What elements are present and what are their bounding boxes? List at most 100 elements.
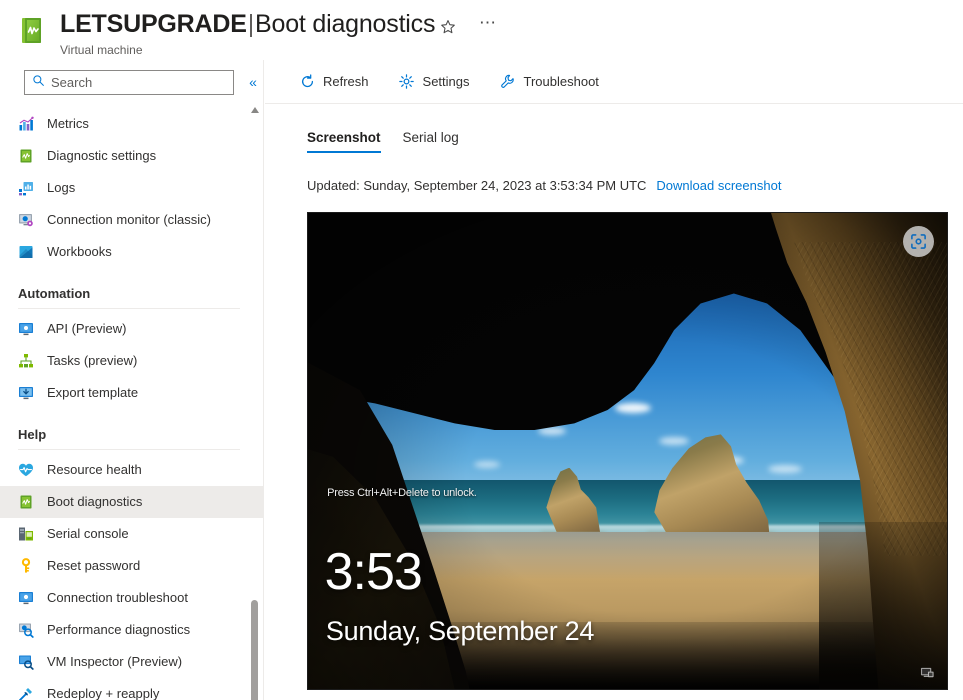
search-icon: [32, 74, 45, 92]
cloud: [659, 436, 690, 445]
tab-serial-log[interactable]: Serial log: [403, 130, 459, 153]
download-screenshot-link[interactable]: Download screenshot: [656, 178, 781, 193]
sidebar-section-help: Help: [0, 409, 240, 450]
metrics-icon: [18, 116, 34, 132]
vm-screenshot-viewport: Press Ctrl+Alt+Delete to unlock. 3:53 Su…: [307, 212, 948, 690]
sidebar-item-connection-monitor[interactable]: Connection monitor (classic): [0, 204, 263, 236]
wrench-icon: [500, 74, 516, 90]
sidebar-item-label: API (Preview): [47, 321, 127, 336]
tab-bar: Screenshot Serial log: [307, 130, 459, 153]
command-label: Troubleshoot: [523, 74, 599, 89]
sidebar-item-label: Reset password: [47, 558, 141, 573]
sidebar-scroll-region: Alerts Metrics: [0, 98, 263, 700]
sidebar-item-vm-inspector[interactable]: VM Inspector (Preview): [0, 646, 263, 678]
sidebar-item-serial-console[interactable]: Serial console: [0, 518, 263, 550]
sidebar-item-tasks-preview[interactable]: Tasks (preview): [0, 345, 263, 377]
scroll-up-icon[interactable]: [250, 102, 260, 113]
sidebar-section-title: Automation: [18, 286, 91, 301]
sidebar-item-api-preview[interactable]: API (Preview): [0, 313, 263, 345]
command-label: Settings: [422, 74, 470, 89]
lock-screen-date: Sunday, September 24: [325, 615, 595, 646]
sidebar-item-boot-diagnostics[interactable]: Boot diagnostics: [0, 486, 263, 518]
sidebar-item-connection-troubleshoot[interactable]: Connection troubleshoot: [0, 582, 263, 614]
performance-diagnostics-icon: [18, 622, 34, 638]
sidebar-item-redeploy-reapply[interactable]: Redeploy + reapply: [0, 678, 263, 700]
connection-troubleshoot-icon: [18, 590, 34, 606]
cloud: [474, 460, 501, 468]
command-bar: Refresh Settings Troubleshoot: [265, 60, 963, 104]
sidebar-item-metrics[interactable]: Metrics: [0, 108, 263, 140]
sidebar-section-title: Help: [18, 427, 47, 442]
sidebar-item-label: VM Inspector (Preview): [47, 654, 183, 669]
sidebar-item-resource-health[interactable]: Resource health: [0, 454, 263, 486]
resource-type-subtitle: Virtual machine: [60, 43, 143, 57]
sidebar-item-export-template[interactable]: Export template: [0, 377, 263, 409]
sidebar-search-row: «: [0, 60, 263, 104]
gear-icon: [399, 74, 415, 90]
workbooks-icon: [18, 244, 34, 260]
sidebar-nav-list: Alerts Metrics: [0, 98, 263, 700]
page-title-wrapper: LETSUPGRADE|Boot diagnostics Virtual mac…: [60, 8, 435, 58]
sidebar-item-label: Redeploy + reapply: [47, 686, 160, 700]
sidebar-item-label: Logs: [47, 180, 76, 195]
sidebar-item-performance-diagnostics[interactable]: Performance diagnostics: [0, 614, 263, 646]
search-box[interactable]: [24, 70, 234, 95]
star-icon[interactable]: [435, 14, 461, 40]
capture-focus-icon[interactable]: [903, 226, 934, 257]
refresh-icon: [299, 74, 315, 90]
updated-row: Updated: Sunday, September 24, 2023 at 3…: [307, 178, 781, 193]
sidebar-item-label: Workbooks: [47, 244, 112, 259]
sidebar-item-reset-password[interactable]: Reset password: [0, 550, 263, 582]
ease-of-access-icon[interactable]: [920, 666, 935, 680]
boot-diagnostics-icon: [18, 494, 34, 510]
sidebar-item-label: Diagnostic settings: [47, 148, 157, 163]
settings-button[interactable]: Settings: [395, 67, 474, 97]
troubleshoot-button[interactable]: Troubleshoot: [496, 67, 603, 97]
lock-screen-time: 3:53: [324, 543, 423, 602]
sidebar-item-label: Resource health: [47, 462, 142, 477]
diagnostic-settings-icon: [18, 148, 34, 164]
api-icon: [18, 321, 34, 337]
scrollbar-thumb[interactable]: [251, 600, 258, 700]
section-divider: [18, 449, 240, 450]
vm-inspector-icon: [18, 654, 34, 670]
sidebar-item-label: Performance diagnostics: [47, 622, 191, 637]
updated-timestamp: Updated: Sunday, September 24, 2023 at 3…: [307, 178, 647, 193]
connection-monitor-icon: [18, 212, 34, 228]
azure-portal-blade: LETSUPGRADE|Boot diagnostics Virtual mac…: [0, 0, 963, 700]
vm-screenshot-image: Press Ctrl+Alt+Delete to unlock. 3:53 Su…: [308, 213, 947, 689]
resource-name: LETSUPGRADE: [60, 10, 247, 38]
search-input[interactable]: [51, 75, 216, 90]
page-title: LETSUPGRADE|Boot diagnostics: [60, 8, 435, 40]
content-area: Screenshot Serial log Updated: Sunday, S…: [265, 104, 963, 700]
title-separator: |: [247, 10, 255, 38]
sidebar-item-logs[interactable]: Logs: [0, 172, 263, 204]
collapse-menu-icon[interactable]: «: [243, 72, 263, 92]
sidebar-item-diagnostic-settings[interactable]: Diagnostic settings: [0, 140, 263, 172]
refresh-button[interactable]: Refresh: [295, 67, 373, 97]
page-name: Boot diagnostics: [255, 10, 436, 38]
tab-screenshot[interactable]: Screenshot: [307, 130, 381, 153]
reset-password-icon: [18, 558, 34, 574]
sidebar-scrollbar[interactable]: [250, 102, 260, 700]
logs-icon: [18, 180, 34, 196]
command-label: Refresh: [323, 74, 369, 89]
sidebar-item-label: Tasks (preview): [47, 353, 138, 368]
resource-health-icon: [18, 462, 34, 478]
lock-screen-hint: Press Ctrl+Alt+Delete to unlock.: [327, 486, 477, 499]
virtual-machine-icon: [19, 16, 47, 46]
sidebar-section-automation: Automation: [0, 268, 240, 309]
resource-menu-sidebar: « Alerts: [0, 60, 264, 700]
redeploy-reapply-icon: [18, 686, 34, 700]
header-actions: ⋯: [435, 14, 501, 40]
ellipsis-icon[interactable]: ⋯: [475, 14, 501, 40]
sidebar-item-label: Connection monitor (classic): [47, 212, 212, 227]
cave-right-shadow: [819, 522, 947, 689]
sidebar-item-label: Connection troubleshoot: [47, 590, 188, 605]
sidebar-item-label: Metrics: [47, 116, 89, 131]
sidebar-item-label: Serial console: [47, 526, 129, 541]
tasks-icon: [18, 353, 34, 369]
sidebar-item-label: Boot diagnostics: [47, 494, 143, 509]
serial-console-icon: [18, 526, 34, 542]
sidebar-item-workbooks[interactable]: Workbooks: [0, 236, 263, 268]
